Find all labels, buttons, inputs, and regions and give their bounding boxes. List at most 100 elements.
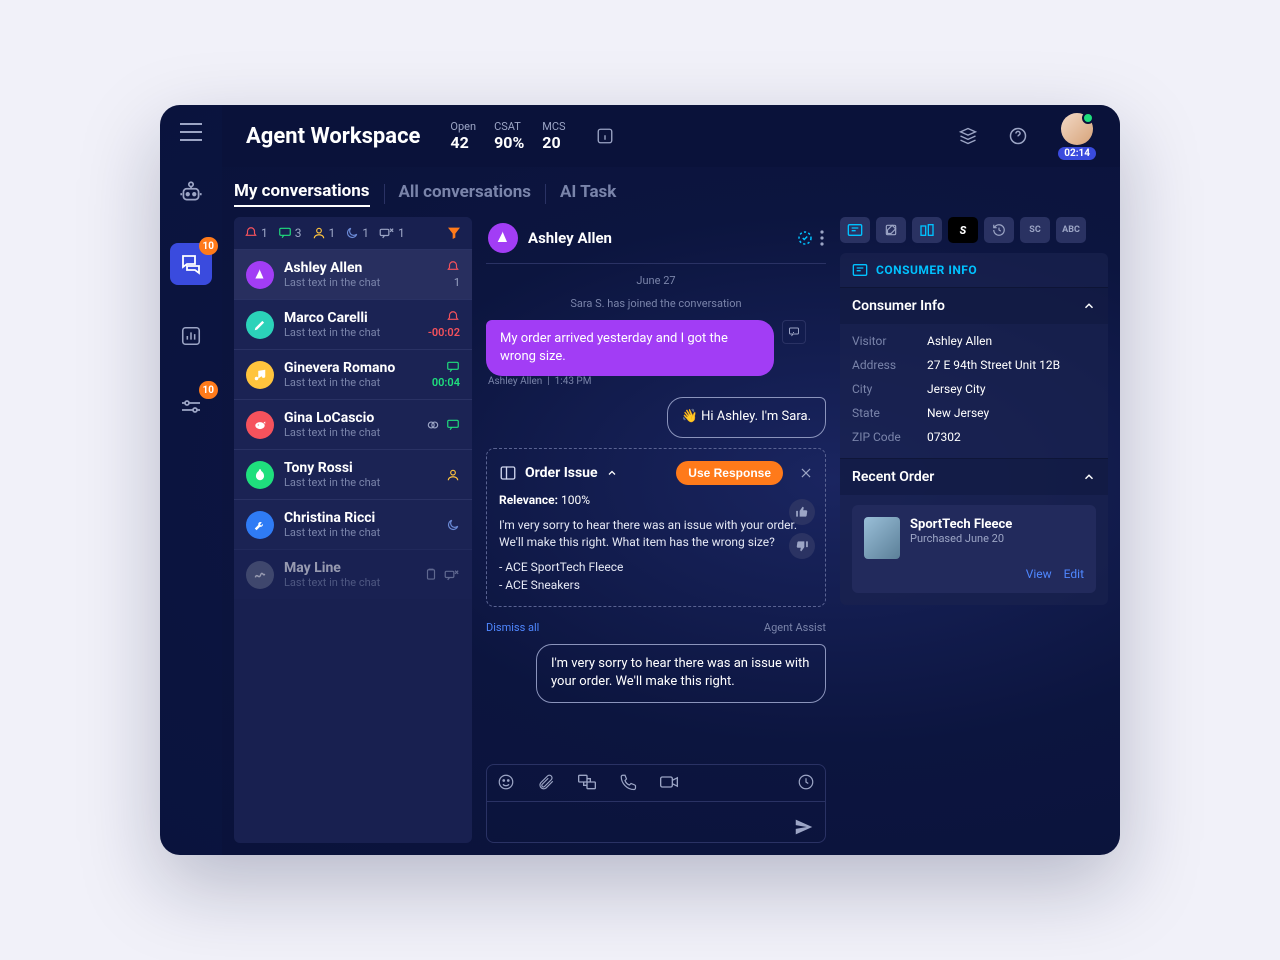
suggest-response-icon[interactable]	[782, 320, 806, 344]
conversation-row[interactable]: Gina LoCascio Last text in the chat	[234, 399, 472, 449]
tab-my-conversations[interactable]: My conversations	[234, 181, 370, 207]
inbound-message: My order arrived yesterday and I got the…	[486, 320, 774, 376]
hamburger-menu-icon[interactable]	[180, 123, 202, 141]
user-avatar[interactable]: 02:14	[1058, 113, 1096, 160]
tool-sc[interactable]: SC	[1020, 217, 1050, 243]
filter-funnel-icon[interactable]	[446, 225, 462, 241]
use-response-button[interactable]: Use Response	[676, 461, 783, 485]
thumbs-up-icon[interactable]	[789, 499, 815, 525]
section-recent-order[interactable]: Recent Order	[840, 458, 1108, 495]
row-status: 00:04	[432, 360, 460, 389]
chevron-up-icon	[1082, 299, 1096, 313]
video-icon[interactable]	[659, 774, 679, 790]
attachment-icon[interactable]	[537, 773, 555, 791]
conversation-row[interactable]: May Line Last text in the chat	[234, 549, 472, 599]
contact-name: Ginevera Romano	[284, 360, 422, 376]
emoji-icon[interactable]	[497, 773, 515, 791]
info-icon[interactable]	[596, 127, 614, 145]
context-panel: S SC ABC CONSUMER INFO Consumer Info	[840, 217, 1108, 843]
card-header: CONSUMER INFO	[840, 253, 1108, 287]
row-status: 1	[446, 260, 460, 289]
nav-settings-badge: 10	[199, 381, 218, 399]
book-icon	[499, 464, 517, 482]
contact-preview: Last text in the chat	[284, 376, 422, 389]
contact-preview: Last text in the chat	[284, 576, 414, 589]
outbound-message-draft: I'm very sorry to hear there was an issu…	[536, 644, 826, 702]
product-thumbnail	[864, 517, 900, 559]
agent-assist-label: Agent Assist	[764, 621, 826, 634]
info-grid: VisitorAshley Allen Address27 E 94th Str…	[840, 324, 1108, 458]
conversation-row[interactable]: Marco Carelli Last text in the chat -00:…	[234, 299, 472, 349]
nav-settings[interactable]: 10	[170, 387, 212, 429]
help-icon[interactable]	[1008, 126, 1028, 146]
row-status	[426, 418, 460, 432]
nav-conversations-badge: 10	[199, 237, 218, 255]
tool-logo[interactable]: S	[948, 217, 978, 243]
contact-preview: Last text in the chat	[284, 526, 436, 539]
metric-open: Open 42	[450, 120, 476, 152]
contact-preview: Last text in the chat	[284, 426, 416, 439]
conversation-row[interactable]: Ashley Allen Last text in the chat 1	[234, 249, 472, 299]
contact-name: Ashley Allen	[284, 260, 436, 276]
metrics: Open 42 CSAT 90% MCS 20	[450, 120, 565, 152]
tab-ai-task[interactable]: AI Task	[560, 182, 616, 206]
layers-icon[interactable]	[958, 126, 978, 146]
filter-open[interactable]: 3	[278, 226, 302, 240]
contact-avatar-icon	[246, 561, 274, 589]
chevron-up-icon	[1082, 470, 1096, 484]
metric-mcs: MCS 20	[542, 120, 565, 152]
phone-icon[interactable]	[619, 773, 637, 791]
tab-all-conversations[interactable]: All conversations	[399, 182, 531, 206]
contact-preview: Last text in the chat	[284, 476, 436, 489]
order-subtitle: Purchased June 20	[910, 532, 1012, 545]
send-icon[interactable]	[793, 816, 815, 838]
chat-header: Ashley Allen	[486, 217, 826, 264]
tool-history[interactable]	[984, 217, 1014, 243]
conversation-row[interactable]: Tony Rossi Last text in the chat	[234, 449, 472, 499]
schedule-icon[interactable]	[797, 773, 815, 791]
chat-contact-name: Ashley Allen	[528, 229, 612, 247]
contact-name: Marco Carelli	[284, 310, 418, 326]
filter-urgent[interactable]: 1	[244, 226, 268, 240]
contact-avatar-icon	[246, 361, 274, 389]
contact-preview: Last text in the chat	[284, 326, 418, 339]
conversation-row[interactable]: Ginevera Romano Last text in the chat 00…	[234, 349, 472, 399]
status-ring-icon[interactable]	[796, 229, 814, 247]
chat-panel: Ashley Allen June 27 Sara S. has joined …	[486, 217, 826, 843]
tool-notes[interactable]	[876, 217, 906, 243]
transfer-icon[interactable]	[577, 773, 597, 791]
section-consumer-info[interactable]: Consumer Info	[840, 287, 1108, 324]
assist-title: Order Issue	[525, 465, 598, 481]
inbound-message-meta: Ashley Allen | 1:43 PM	[488, 376, 826, 387]
context-toolstrip: S SC ABC	[840, 217, 1108, 243]
dismiss-all-link[interactable]: Dismiss all	[486, 621, 539, 634]
tool-abc[interactable]: ABC	[1056, 217, 1086, 243]
nav-bot[interactable]	[170, 171, 212, 213]
agent-assist-card: Order Issue Use Response Relevance: 100%…	[486, 448, 826, 608]
chat-menu-icon[interactable]	[820, 230, 824, 246]
filter-agent[interactable]: 1	[312, 226, 336, 240]
metric-csat: CSAT 90%	[494, 120, 524, 152]
row-status	[446, 518, 460, 532]
page-title: Agent Workspace	[246, 124, 420, 149]
avatar-icon	[1061, 113, 1093, 145]
chat-avatar-icon	[488, 223, 518, 253]
close-icon[interactable]	[799, 466, 813, 480]
filter-idle[interactable]: 1	[345, 226, 369, 240]
chevron-up-icon[interactable]	[606, 467, 618, 479]
filter-escalated[interactable]: 1	[379, 226, 405, 240]
main-area: My conversations All conversations AI Ta…	[222, 167, 1120, 855]
message-composer[interactable]	[486, 764, 826, 843]
outbound-message: 👋 Hi Ashley. I'm Sara.	[667, 397, 826, 437]
conversation-row[interactable]: Christina Ricci Last text in the chat	[234, 499, 472, 549]
order-view-link[interactable]: View	[1026, 567, 1052, 581]
app-window: 10 10 Agent Workspace Open 42 CSAT 90% M…	[160, 105, 1120, 855]
nav-conversations[interactable]: 10	[170, 243, 212, 285]
thumbs-down-icon[interactable]	[789, 533, 815, 559]
tool-consumer-info[interactable]	[840, 217, 870, 243]
consumer-info-card: CONSUMER INFO Consumer Info VisitorAshle…	[840, 253, 1108, 605]
tool-buildings[interactable]	[912, 217, 942, 243]
nav-analytics[interactable]	[170, 315, 212, 357]
filter-bar: 1 3 1 1 1	[234, 217, 472, 249]
order-edit-link[interactable]: Edit	[1064, 567, 1084, 581]
